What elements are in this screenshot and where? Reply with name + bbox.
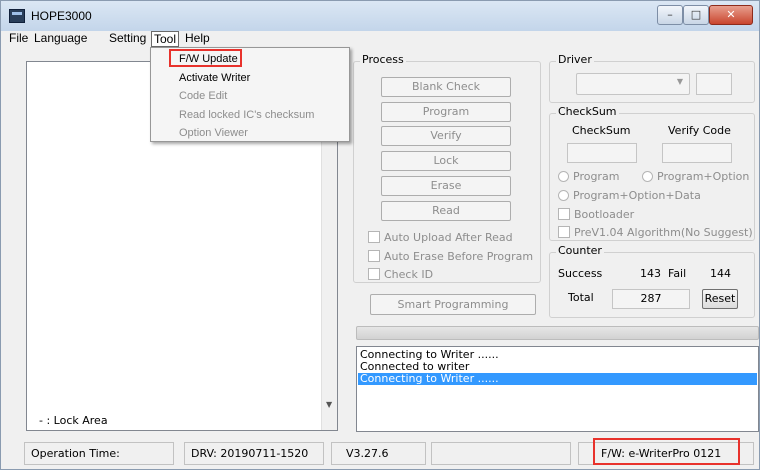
menu-bar: File Language Setting Tool Help [1,31,759,47]
auto-upload-label: Auto Upload After Read [384,231,513,244]
checksum-group: CheckSum CheckSum Verify Code Program Pr… [549,105,755,241]
auto-upload-option[interactable]: Auto Upload After Read [368,231,513,245]
total-count: 287 [612,289,690,309]
erase-button[interactable]: Erase [381,176,511,196]
radio-program-option[interactable] [642,171,653,182]
status-driver-version: DRV: 20190711-1520 [184,442,324,465]
blank-check-button[interactable]: Blank Check [381,77,511,97]
verify-button[interactable]: Verify [381,126,511,146]
program-button[interactable]: Program [381,102,511,122]
menu-file[interactable]: File [9,31,28,47]
status-operation-time: Operation Time: [24,442,174,465]
menu-help[interactable]: Help [185,31,210,47]
minimize-button[interactable]: – [657,5,683,25]
process-title: Process [360,53,406,66]
driver-group: Driver ▼ [549,53,755,103]
verify-code-col-label: Verify Code [668,124,731,137]
progress-bar [356,326,759,340]
lock-area-legend: - : Lock Area [39,414,108,427]
radio-program-option-option[interactable]: Program+Option [642,170,749,184]
reset-button[interactable]: Reset [702,289,738,309]
main-window: HOPE3000 – □ ✕ File Language Setting Too… [0,0,760,470]
bootloader-option[interactable]: Bootloader [558,208,634,222]
title-bar[interactable]: HOPE3000 – □ ✕ [1,1,759,31]
checksum-col-label: CheckSum [572,124,631,137]
counter-title: Counter [556,244,604,257]
window-title: HOPE3000 [31,9,92,23]
radio-program[interactable] [558,171,569,182]
driver-extra-field[interactable] [696,73,732,95]
radio-program-option-label: Program+Option [657,170,750,183]
status-app-version: V3.27.6 [331,442,426,465]
fail-label: Fail [668,267,687,280]
fail-count: 144 [710,267,731,280]
log-line-selected[interactable]: Connecting to Writer ...... [358,373,757,385]
total-label: Total [568,291,594,304]
counter-group: Counter Success 143 Fail 144 Total 287 R… [549,244,755,318]
read-button[interactable]: Read [381,201,511,221]
driver-select[interactable]: ▼ [576,73,690,95]
radio-program-label: Program [573,170,620,183]
auto-erase-label: Auto Erase Before Program [384,250,534,263]
checksum-value-field [567,143,637,163]
menu-item-read-locked-checksum[interactable]: Read locked IC's checksum [179,107,314,123]
maximize-button[interactable]: □ [683,5,709,25]
driver-title: Driver [556,53,594,66]
success-count: 143 [640,267,661,280]
lock-button[interactable]: Lock [381,151,511,171]
menu-item-activate-writer[interactable]: Activate Writer [179,70,250,86]
menu-item-code-edit[interactable]: Code Edit [179,88,227,104]
bootloader-label: Bootloader [574,208,635,221]
check-id-checkbox[interactable] [368,268,380,280]
tool-menu-dropdown: F/W Update Activate Writer Code Edit Rea… [150,47,350,142]
log-output[interactable]: Connecting to Writer ...... Connected to… [356,346,759,432]
menu-item-option-viewer[interactable]: Option Viewer [179,125,248,141]
auto-erase-checkbox[interactable] [368,250,380,262]
bootloader-checkbox[interactable] [558,208,570,220]
menu-item-fw-update[interactable]: F/W Update [179,51,238,67]
auto-upload-checkbox[interactable] [368,231,380,243]
prev104-checkbox[interactable] [558,226,570,238]
radio-program-option-data[interactable] [558,190,569,201]
smart-programming-button[interactable]: Smart Programming [370,294,536,315]
process-group: Process Blank Check Program Verify Lock … [353,53,541,283]
close-button[interactable]: ✕ [709,5,753,25]
prev104-option[interactable]: PreV1.04 Algorithm(No Suggest) [558,226,753,240]
app-icon [9,9,25,23]
menu-tool[interactable]: Tool [151,31,180,47]
scroll-down-icon[interactable]: ▼ [326,400,332,409]
firmware-highlight [593,438,740,465]
radio-program-option-data-label: Program+Option+Data [573,189,701,202]
checksum-title: CheckSum [556,105,619,118]
status-empty-cell [431,442,571,465]
verify-code-value-field [662,143,732,163]
radio-program-option-data-option[interactable]: Program+Option+Data [558,189,701,203]
check-id-label: Check ID [384,268,434,281]
prev104-label: PreV1.04 Algorithm(No Suggest) [574,226,753,239]
radio-program-option[interactable]: Program [558,170,619,184]
menu-setting[interactable]: Setting [109,31,146,47]
chevron-down-icon: ▼ [676,77,683,86]
auto-erase-option[interactable]: Auto Erase Before Program [368,250,533,264]
success-label: Success [558,267,603,280]
menu-language[interactable]: Language [34,31,87,47]
check-id-option[interactable]: Check ID [368,268,433,282]
